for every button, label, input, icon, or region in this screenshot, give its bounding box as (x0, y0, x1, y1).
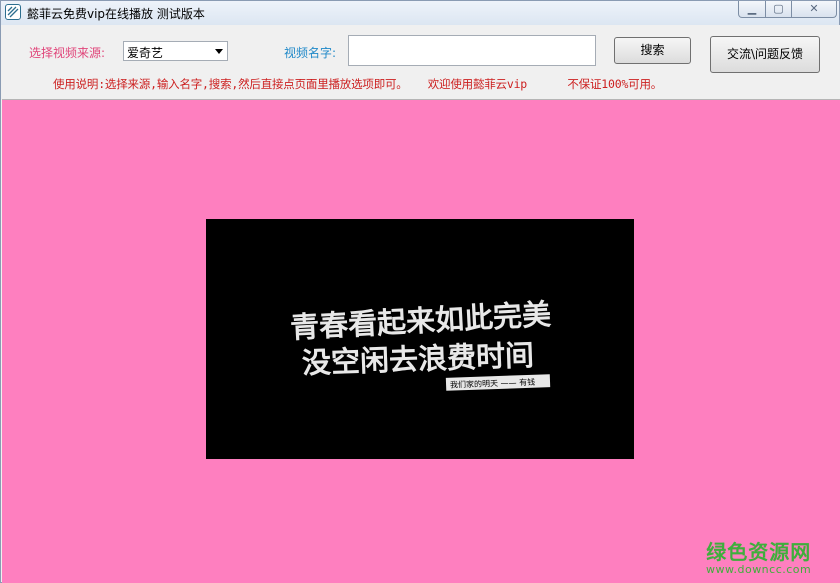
maximize-icon: ▢ (773, 2, 784, 15)
maximize-button[interactable]: ▢ (766, 1, 792, 18)
title-bar[interactable]: 懿菲云免费vip在线播放 测试版本 ▁ ▢ ✕ (1, 1, 839, 25)
source-select-value: 爱奇艺 (127, 46, 164, 60)
video-name-label: 视频名字: (284, 46, 337, 60)
app-window: 懿菲云免费vip在线播放 测试版本 ▁ ▢ ✕ 选择视频来源: 爱奇艺 视频名字… (0, 0, 840, 583)
window-controls: ▁ ▢ ✕ (738, 1, 837, 19)
close-button[interactable]: ✕ (792, 1, 837, 18)
minimize-button[interactable]: ▁ (738, 1, 766, 18)
watermark-url: www.downcc.com (706, 563, 812, 576)
video-text-line1: 青春看起来如此完美 (289, 297, 551, 345)
search-button[interactable]: 搜索 (614, 37, 691, 64)
window-title: 懿菲云免费vip在线播放 测试版本 (27, 7, 205, 21)
usage-instructions: 使用说明:选择来源,输入名字,搜索,然后直接点页面里播放选项即可。 欢迎使用懿菲… (53, 77, 663, 91)
watermark: 绿色资源网 www.downcc.com (706, 536, 811, 576)
toolbar: 选择视频来源: 爱奇艺 视频名字: 搜索 交流\问题反馈 使用说明:选择来源,输… (2, 25, 840, 100)
video-frame[interactable]: 青春看起来如此完美 没空闲去浪费时间 我们家的明天 —— 有钱 (206, 219, 634, 459)
close-icon: ✕ (809, 2, 819, 15)
video-name-input[interactable] (348, 35, 596, 66)
feedback-button[interactable]: 交流\问题反馈 (710, 36, 820, 73)
watermark-title: 绿色资源网 (706, 540, 812, 564)
player-area: 青春看起来如此完美 没空闲去浪费时间 我们家的明天 —— 有钱 绿色资源网 ww… (2, 100, 840, 583)
chevron-down-icon[interactable] (215, 49, 223, 54)
source-label: 选择视频来源: (29, 46, 106, 60)
minimize-icon: ▁ (747, 2, 757, 15)
video-text-line2: 没空闲去浪费时间 (301, 338, 534, 380)
app-logo-icon (5, 4, 21, 20)
source-select[interactable]: 爱奇艺 (123, 41, 228, 61)
